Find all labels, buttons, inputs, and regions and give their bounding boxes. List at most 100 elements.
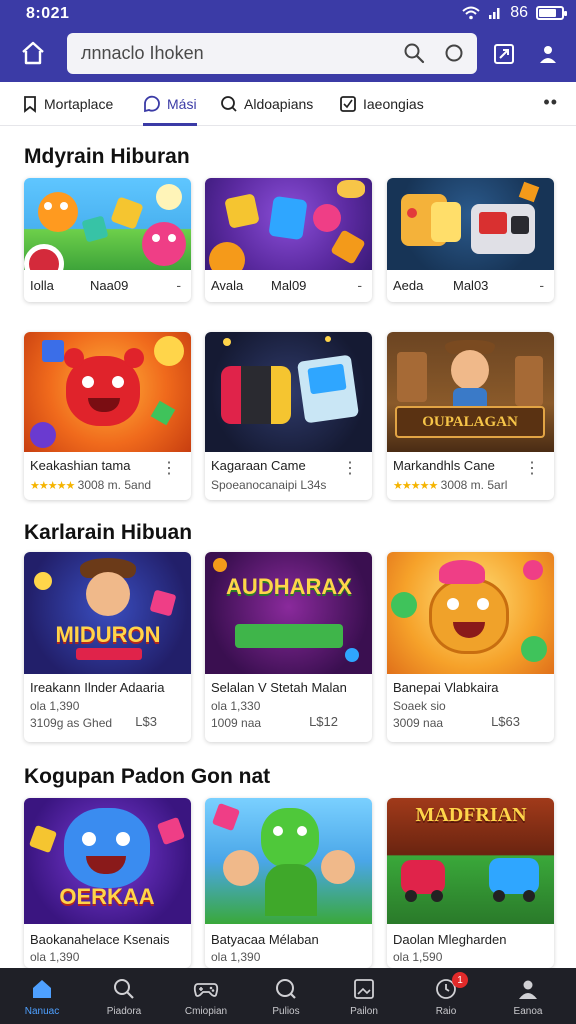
- game-title: Baokanahelace Ksenais: [30, 932, 170, 947]
- tab-label: Mortaplace: [44, 96, 114, 112]
- search-input[interactable]: [81, 41, 401, 65]
- nav-label: Eanoa: [513, 1006, 543, 1017]
- game-card[interactable]: Aeda Mal03 -: [387, 178, 554, 302]
- game-size: 1009 naa: [211, 716, 262, 730]
- game-price: L$12: [309, 714, 338, 729]
- game-thumbnail: MIDURON: [24, 552, 191, 674]
- game-card[interactable]: Iolla Naa09 -: [24, 178, 191, 302]
- share-button[interactable]: [488, 38, 520, 70]
- voice-icon[interactable]: [443, 42, 465, 69]
- card-action[interactable]: -: [539, 277, 544, 293]
- card-action[interactable]: -: [357, 277, 362, 293]
- game-card[interactable]: Kagaraan Came Spoeanocanaipi L34s ⋮: [205, 332, 372, 500]
- checkbox-icon: [340, 96, 356, 112]
- status-icons: 86: [462, 4, 567, 22]
- more-options-icon[interactable]: ••: [543, 92, 558, 113]
- more-icon[interactable]: ⋮: [524, 461, 540, 477]
- game-title: Avala: [211, 278, 244, 293]
- game-downloads: 3008 m. 5and: [77, 478, 152, 492]
- share-box-icon: [494, 44, 514, 64]
- nav-games[interactable]: Cmiopian: [166, 968, 246, 1024]
- game-meta: ★★★★★ 3008 m. 5and: [30, 478, 151, 492]
- nav-gallery[interactable]: Pailon: [324, 968, 404, 1024]
- game-logo-text: MIDURON: [55, 622, 161, 647]
- notification-badge: 1: [452, 972, 468, 988]
- tab-marketplace[interactable]: Mortaplace: [22, 82, 113, 126]
- search-alt-icon: [276, 979, 296, 999]
- game-info: ola 1,390: [211, 950, 261, 964]
- nav-label: Cmiopian: [184, 1006, 228, 1017]
- card-action[interactable]: -: [176, 277, 181, 293]
- game-price: L$63: [491, 714, 520, 729]
- game-title: Banepai Vlabkaira: [393, 680, 499, 695]
- nav-search[interactable]: Piadora: [84, 968, 164, 1024]
- game-title: Selalan V Stetah Malan: [211, 680, 347, 695]
- section-title: Kogupan Padon Gon nat: [24, 765, 271, 788]
- game-title: Keakashian tama: [30, 458, 131, 473]
- game-card[interactable]: MADFRIAN Daolan Mlegharden ola 1,590: [387, 798, 554, 968]
- search-icon: [221, 96, 237, 112]
- nav-activity[interactable]: 1 Raio: [406, 968, 486, 1024]
- tab-aldoapians[interactable]: Aldoapians: [220, 82, 313, 126]
- profile-button[interactable]: [532, 38, 564, 70]
- user-icon: [519, 980, 537, 999]
- game-meta: Spoeanocanaipi L34s: [211, 478, 327, 492]
- wifi-icon: [462, 6, 480, 20]
- game-logo-text: MADFRIAN: [415, 804, 527, 826]
- game-thumbnail: [205, 798, 372, 924]
- search-icon[interactable]: [403, 42, 425, 69]
- game-thumbnail: [24, 178, 191, 270]
- nav-label: Piadora: [106, 1006, 142, 1017]
- game-card[interactable]: MIDURON Ireakann Ilnder Adaaria ola 1,39…: [24, 552, 191, 742]
- game-title: Markandhls Cane: [393, 458, 495, 473]
- section-title: Karlarain Hibuan: [24, 521, 193, 544]
- game-card[interactable]: Batyacaa Mélaban ola 1,390: [205, 798, 372, 968]
- search-icon: [114, 979, 134, 999]
- tab-bar: Mortaplace Mási Aldoapians Iaeongias ••: [0, 82, 576, 126]
- nav-label: Pailon: [350, 1006, 378, 1017]
- game-logo-text: AUDHARAX: [226, 574, 352, 599]
- home-button[interactable]: [16, 36, 50, 70]
- game-subtitle: Mal03: [453, 278, 489, 293]
- signal-text: 86: [510, 4, 528, 21]
- user-icon: [540, 46, 556, 63]
- game-thumbnail: [387, 552, 554, 674]
- rating-stars: ★★★★★: [393, 480, 438, 492]
- nav-label: Pulios: [272, 1006, 300, 1017]
- game-card[interactable]: Avala Mal09 -: [205, 178, 372, 302]
- nav-home[interactable]: Nanuac: [2, 968, 82, 1024]
- game-card[interactable]: Banepai Vlabkaira Soaek sio 3009 naa L$6…: [387, 552, 554, 742]
- nav-explore[interactable]: Pulios: [246, 968, 326, 1024]
- game-title: Kagaraan Came: [211, 458, 306, 473]
- status-bar: 8:021 86: [0, 3, 576, 25]
- game-thumbnail: [387, 178, 554, 270]
- rating-stars: ★★★★★: [30, 480, 75, 492]
- game-card[interactable]: AUDHARAX Selalan V Stetah Malan ola 1,33…: [205, 552, 372, 742]
- game-card[interactable]: Keakashian tama ★★★★★ 3008 m. 5and ⋮: [24, 332, 191, 500]
- cell-signal-icon: [489, 8, 500, 19]
- game-card[interactable]: OUPALAGAN Markandhls Cane ★★★★★ 3008 m. …: [387, 332, 554, 500]
- game-title: Aeda: [393, 278, 424, 293]
- tab-iaeongias[interactable]: Iaeongias: [339, 82, 424, 126]
- game-card[interactable]: OERKAA Baokanahelace Ksenais ola 1,390: [24, 798, 191, 968]
- game-title: Batyacaa Mélaban: [211, 932, 319, 947]
- home-icon: [33, 980, 51, 998]
- game-thumbnail: MADFRIAN: [387, 798, 554, 924]
- game-thumbnail: [205, 332, 372, 452]
- game-info: ola 1,390: [30, 699, 80, 713]
- game-size: 3009 naa: [393, 716, 444, 730]
- game-thumbnail: [24, 332, 191, 452]
- tab-masi[interactable]: Mási: [143, 82, 197, 126]
- game-icon: [193, 983, 219, 997]
- game-info: ola 1,330: [211, 699, 261, 713]
- nav-profile[interactable]: Eanoa: [488, 968, 568, 1024]
- game-title: Ireakann Ilnder Adaaria: [30, 680, 165, 695]
- game-subtitle: Mal09: [271, 278, 307, 293]
- more-icon[interactable]: ⋮: [161, 461, 177, 477]
- tab-label: Iaeongias: [363, 96, 424, 112]
- game-thumbnail: AUDHARAX: [205, 552, 372, 674]
- game-size: 3109g as Ghed: [30, 716, 113, 730]
- battery-icon: [536, 6, 567, 20]
- more-icon[interactable]: ⋮: [342, 461, 358, 477]
- game-title: Iolla: [30, 278, 54, 293]
